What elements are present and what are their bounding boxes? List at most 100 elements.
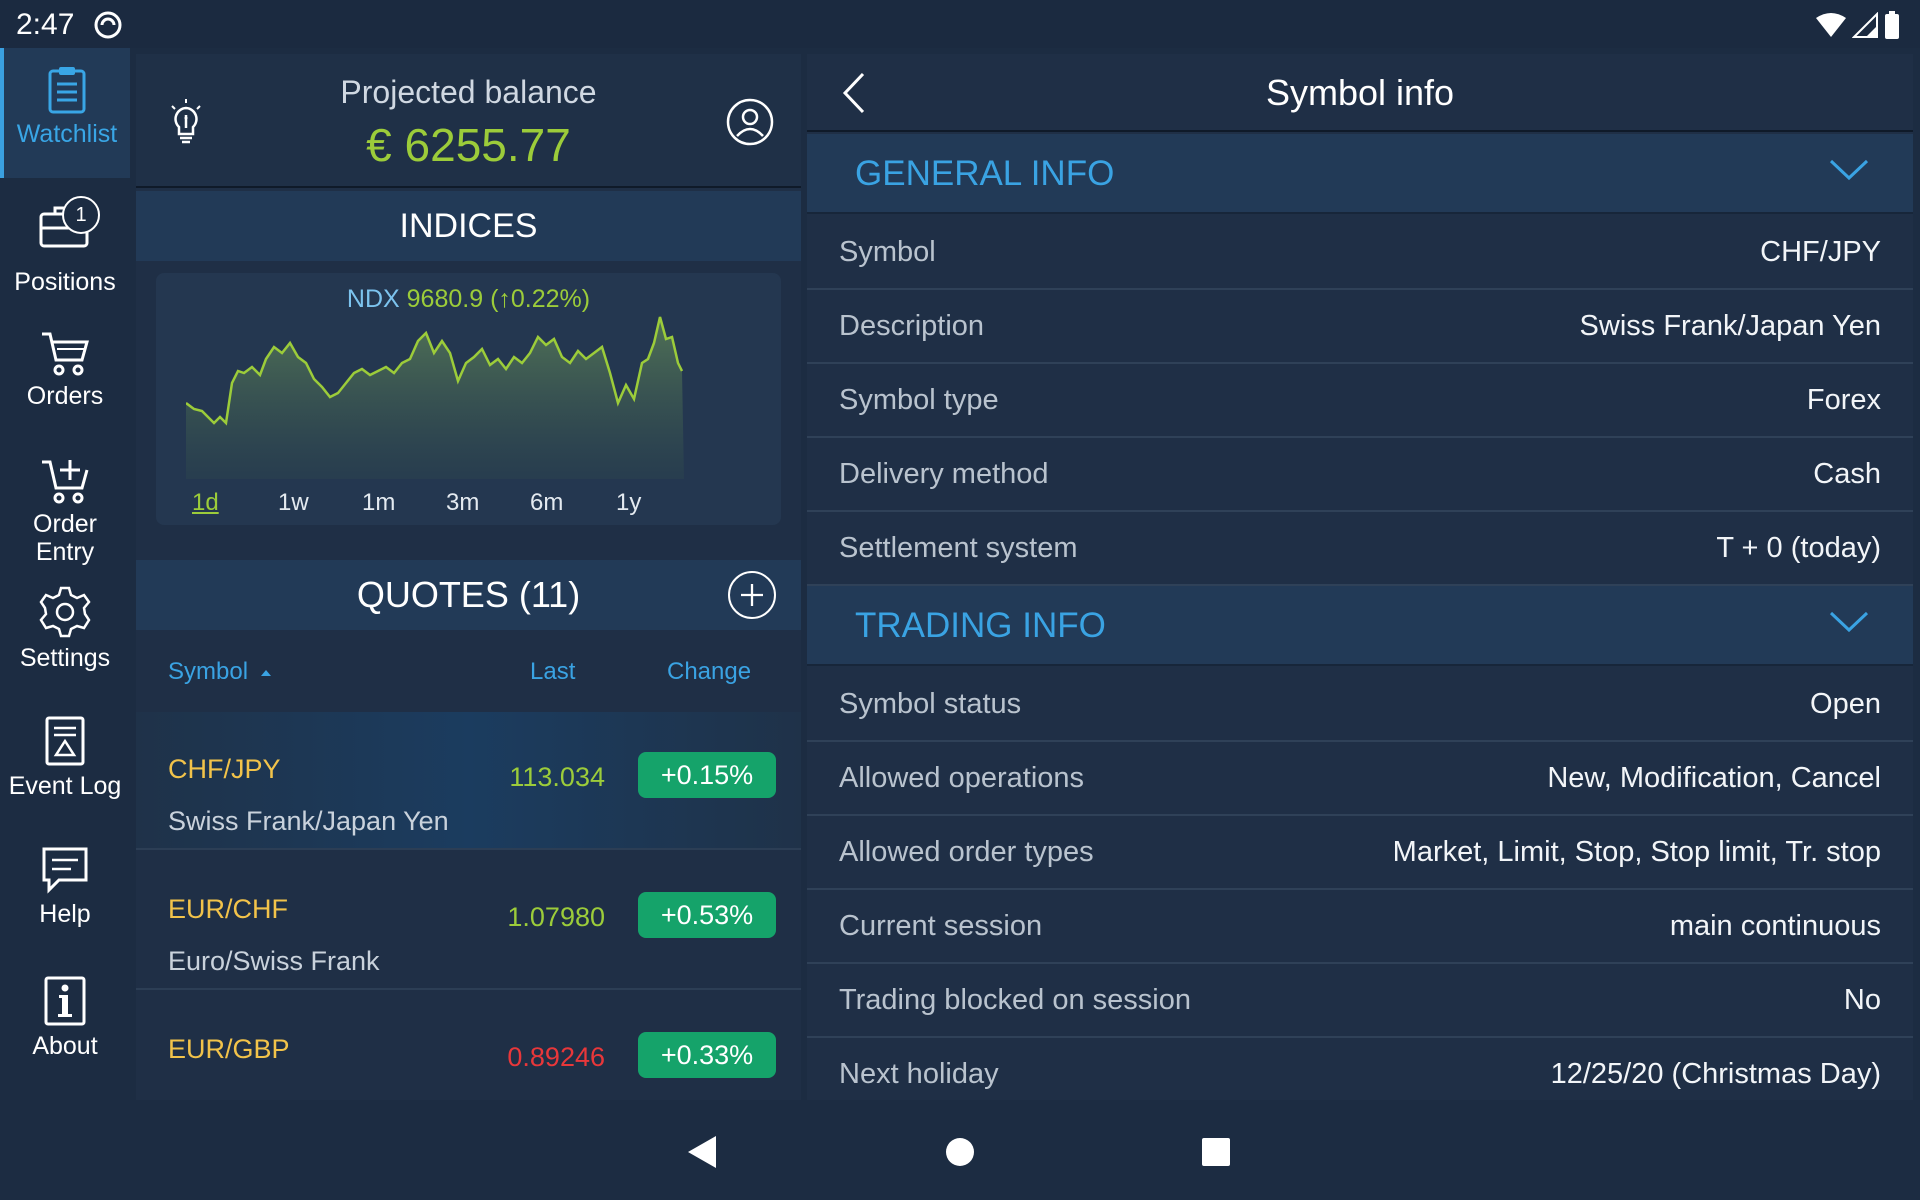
info-row-delivery-method: Delivery method Cash — [807, 438, 1913, 512]
sidebar-item-help[interactable]: Help — [0, 846, 130, 928]
quote-change: +0.15% — [638, 752, 776, 798]
range-1m[interactable]: 1m — [362, 489, 395, 517]
cart-add-icon — [42, 460, 89, 504]
quote-last: 0.89246 — [507, 1042, 605, 1072]
sort-asc-icon — [260, 669, 271, 676]
watchlist-panel: Projected balance € 6255.77 INDICES NDX … — [136, 54, 801, 1100]
status-bar: 2:47 — [0, 0, 1920, 48]
range-3m[interactable]: 3m — [446, 489, 479, 517]
column-symbol-label: Symbol — [168, 658, 249, 685]
info-row-symbol: Symbol CHF/JPY — [807, 216, 1913, 290]
index-change: (↑0.22%) — [490, 285, 591, 313]
account-icon[interactable] — [726, 98, 774, 146]
sync-status-icon — [94, 11, 122, 39]
info-value: Forex — [1806, 384, 1881, 416]
column-change[interactable]: Change — [667, 658, 751, 686]
quote-symbol: CHF/JPY — [168, 754, 281, 784]
quote-description: Euro/Swiss Frank — [168, 946, 380, 976]
sidebar-item-label: About — [32, 1032, 98, 1060]
column-symbol[interactable]: Symbol — [168, 658, 273, 686]
indices-title: INDICES — [136, 191, 801, 261]
section-trading-info-label: TRADING INFO — [855, 606, 1106, 645]
nav-back-icon[interactable] — [686, 1134, 718, 1170]
section-trading-info[interactable]: TRADING INFO — [807, 586, 1913, 666]
info-value: Open — [1810, 688, 1881, 720]
sidebar-item-event-log[interactable]: Event Log — [0, 716, 130, 800]
sidebar-item-order-entry[interactable]: Order Entry — [0, 458, 130, 566]
sidebar: Watchlist 1 Positions Orders Order Entry… — [0, 48, 130, 1100]
info-row-description: Description Swiss Frank/Japan Yen — [807, 290, 1913, 364]
sidebar-item-label-2: Entry — [35, 538, 95, 566]
sidebar-item-orders[interactable]: Orders — [0, 330, 130, 410]
signal-icon — [1852, 12, 1878, 38]
index-chart-card[interactable]: NDX 9680.9 (↑0.22%) 1d 1w 1m 3m 6m 1y — [156, 273, 781, 525]
index-symbol: NDX — [346, 285, 400, 313]
info-label: Symbol type — [839, 384, 999, 416]
info-value: No — [1843, 984, 1881, 1016]
info-label: Symbol status — [839, 688, 1022, 720]
info-value: Cash — [1813, 458, 1881, 490]
clipboard-icon — [48, 67, 86, 114]
info-value: Market, Limit, Stop, Stop limit, Tr. sto… — [1392, 836, 1881, 868]
sidebar-item-label: Event Log — [8, 772, 122, 800]
info-label: Allowed operations — [839, 762, 1085, 794]
column-last[interactable]: Last — [530, 658, 575, 686]
system-nav-bar — [0, 1100, 1920, 1200]
info-label: Next holiday — [839, 1058, 999, 1090]
info-row-trading-blocked: Trading blocked on session No — [807, 964, 1913, 1038]
quote-row[interactable]: EUR/CHF Euro/Swiss Frank 1.07980 +0.53% — [136, 852, 801, 990]
positions-badge: 1 — [62, 196, 100, 234]
info-value: Swiss Frank/Japan Yen — [1579, 310, 1881, 342]
info-row-allowed-order-types: Allowed order types Market, Limit, Stop,… — [807, 816, 1913, 890]
info-label: Description — [839, 310, 985, 342]
wifi-icon — [1816, 13, 1846, 37]
sidebar-item-label: Watchlist — [16, 120, 118, 148]
info-icon — [44, 976, 86, 1026]
quotes-title: QUOTES (11) — [136, 560, 801, 630]
battery-icon — [1885, 11, 1899, 39]
range-1y[interactable]: 1y — [616, 489, 641, 517]
info-label: Trading blocked on session — [839, 984, 1191, 1016]
sidebar-item-label: Help — [39, 900, 91, 928]
info-label: Allowed order types — [839, 836, 1094, 868]
sidebar-item-positions[interactable]: 1 Positions — [0, 188, 130, 296]
quote-symbol: EUR/CHF — [168, 894, 288, 924]
sidebar-item-settings[interactable]: Settings — [0, 586, 130, 672]
quote-symbol: EUR/GBP — [168, 1034, 290, 1064]
sidebar-item-label: Positions — [14, 268, 116, 296]
info-label: Symbol — [839, 236, 936, 268]
balance-label: Projected balance — [340, 74, 597, 110]
info-label: Settlement system — [839, 532, 1078, 564]
quote-description: Swiss Frank/Japan Yen — [168, 806, 449, 836]
sidebar-item-about[interactable]: About — [0, 976, 130, 1060]
info-row-settlement-system: Settlement system T + 0 (today) — [807, 512, 1913, 586]
quote-row[interactable]: CHF/JPY Swiss Frank/Japan Yen 113.034 +0… — [136, 712, 801, 850]
nav-recents-icon[interactable] — [1200, 1136, 1232, 1168]
info-row-current-session: Current session main continuous — [807, 890, 1913, 964]
sidebar-item-watchlist[interactable]: Watchlist — [0, 48, 130, 178]
info-label: Current session — [839, 910, 1043, 942]
index-chart-title: NDX 9680.9 (↑0.22%) — [156, 285, 781, 314]
quote-last: 1.07980 — [507, 902, 605, 932]
balance-value: € 6255.77 — [366, 119, 571, 171]
info-row-next-holiday: Next holiday 12/25/20 (Christmas Day) — [807, 1038, 1913, 1100]
gear-icon — [39, 586, 91, 638]
nav-home-icon[interactable] — [944, 1136, 976, 1168]
info-row-allowed-operations: Allowed operations New, Modification, Ca… — [807, 742, 1913, 816]
info-value: 12/25/20 (Christmas Day) — [1550, 1058, 1881, 1090]
info-label: Delivery method — [839, 458, 1049, 490]
add-quote-icon[interactable] — [728, 571, 776, 619]
sidebar-item-label: Orders — [26, 382, 104, 410]
range-1w[interactable]: 1w — [278, 489, 309, 517]
range-1d[interactable]: 1d — [192, 489, 219, 517]
symbol-info-panel: Symbol info GENERAL INFO Symbol CHF/JPY … — [807, 54, 1913, 1100]
sidebar-item-label: Order — [33, 510, 97, 538]
range-6m[interactable]: 6m — [530, 489, 563, 517]
status-time: 2:47 — [16, 8, 75, 41]
section-general-info[interactable]: GENERAL INFO — [807, 134, 1913, 214]
quote-change: +0.33% — [638, 1032, 776, 1078]
quote-change: +0.53% — [638, 892, 776, 938]
quote-row[interactable]: EUR/GBP 0.89246 +0.33% — [136, 992, 801, 1100]
cart-icon — [42, 332, 89, 376]
info-row-symbol-type: Symbol type Forex — [807, 364, 1913, 438]
